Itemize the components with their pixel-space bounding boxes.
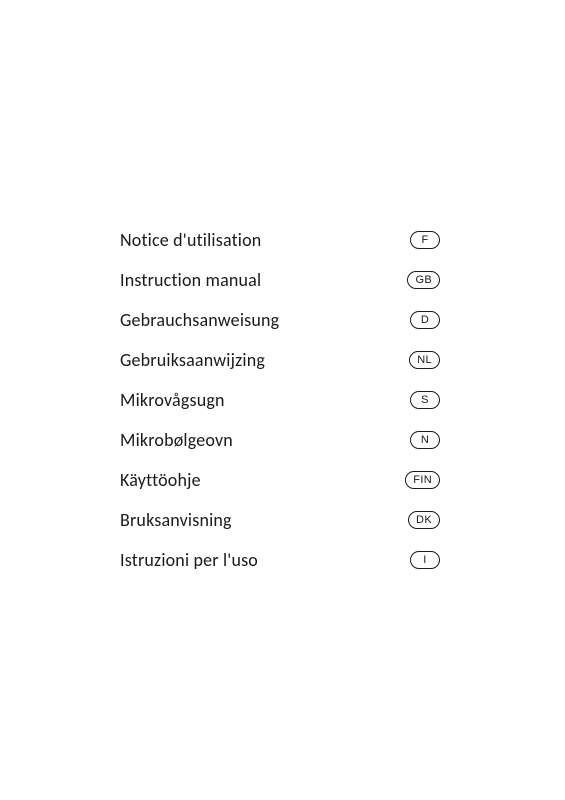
manual-item-label: Mikrovågsugn — [120, 389, 225, 411]
manual-item-label: Käyttöohje — [120, 469, 201, 491]
list-item: Gebruiksaanwijzing NL — [120, 340, 440, 380]
list-item: Mikrobølgeovn N — [120, 420, 440, 460]
language-badge: I — [410, 551, 440, 569]
language-badge: N — [410, 431, 440, 449]
list-item: Instruction manual GB — [120, 260, 440, 300]
list-item: Gebrauchsanweisung D — [120, 300, 440, 340]
manual-item-label: Istruzioni per l'uso — [120, 549, 258, 571]
language-badge: FIN — [405, 471, 440, 489]
manual-item-label: Mikrobølgeovn — [120, 429, 233, 451]
language-badge: F — [410, 231, 440, 249]
manual-item-label: Instruction manual — [120, 269, 261, 291]
language-badge: GB — [407, 271, 440, 289]
list-item: Istruzioni per l'uso I — [120, 540, 440, 580]
manual-item-label: Bruksanvisning — [120, 509, 232, 531]
manual-item-label: Gebrauchsanweisung — [120, 309, 279, 331]
page-container: Notice d'utilisation F Instruction manual G… — [0, 0, 565, 800]
list-item: Käyttöohje FIN — [120, 460, 440, 500]
language-badge: NL — [409, 351, 440, 369]
list-item: Notice d'utilisation F — [120, 220, 440, 260]
list-item: Mikrovågsugn S — [120, 380, 440, 420]
manual-list: Notice d'utilisation F Instruction manual G… — [120, 220, 565, 580]
language-badge: DK — [408, 511, 440, 529]
list-item: Bruksanvisning DK — [120, 500, 440, 540]
manual-item-label: Gebruiksaanwijzing — [120, 349, 265, 371]
language-badge: S — [410, 391, 440, 409]
manual-item-label: Notice d'utilisation — [120, 229, 261, 251]
language-badge: D — [410, 311, 440, 329]
